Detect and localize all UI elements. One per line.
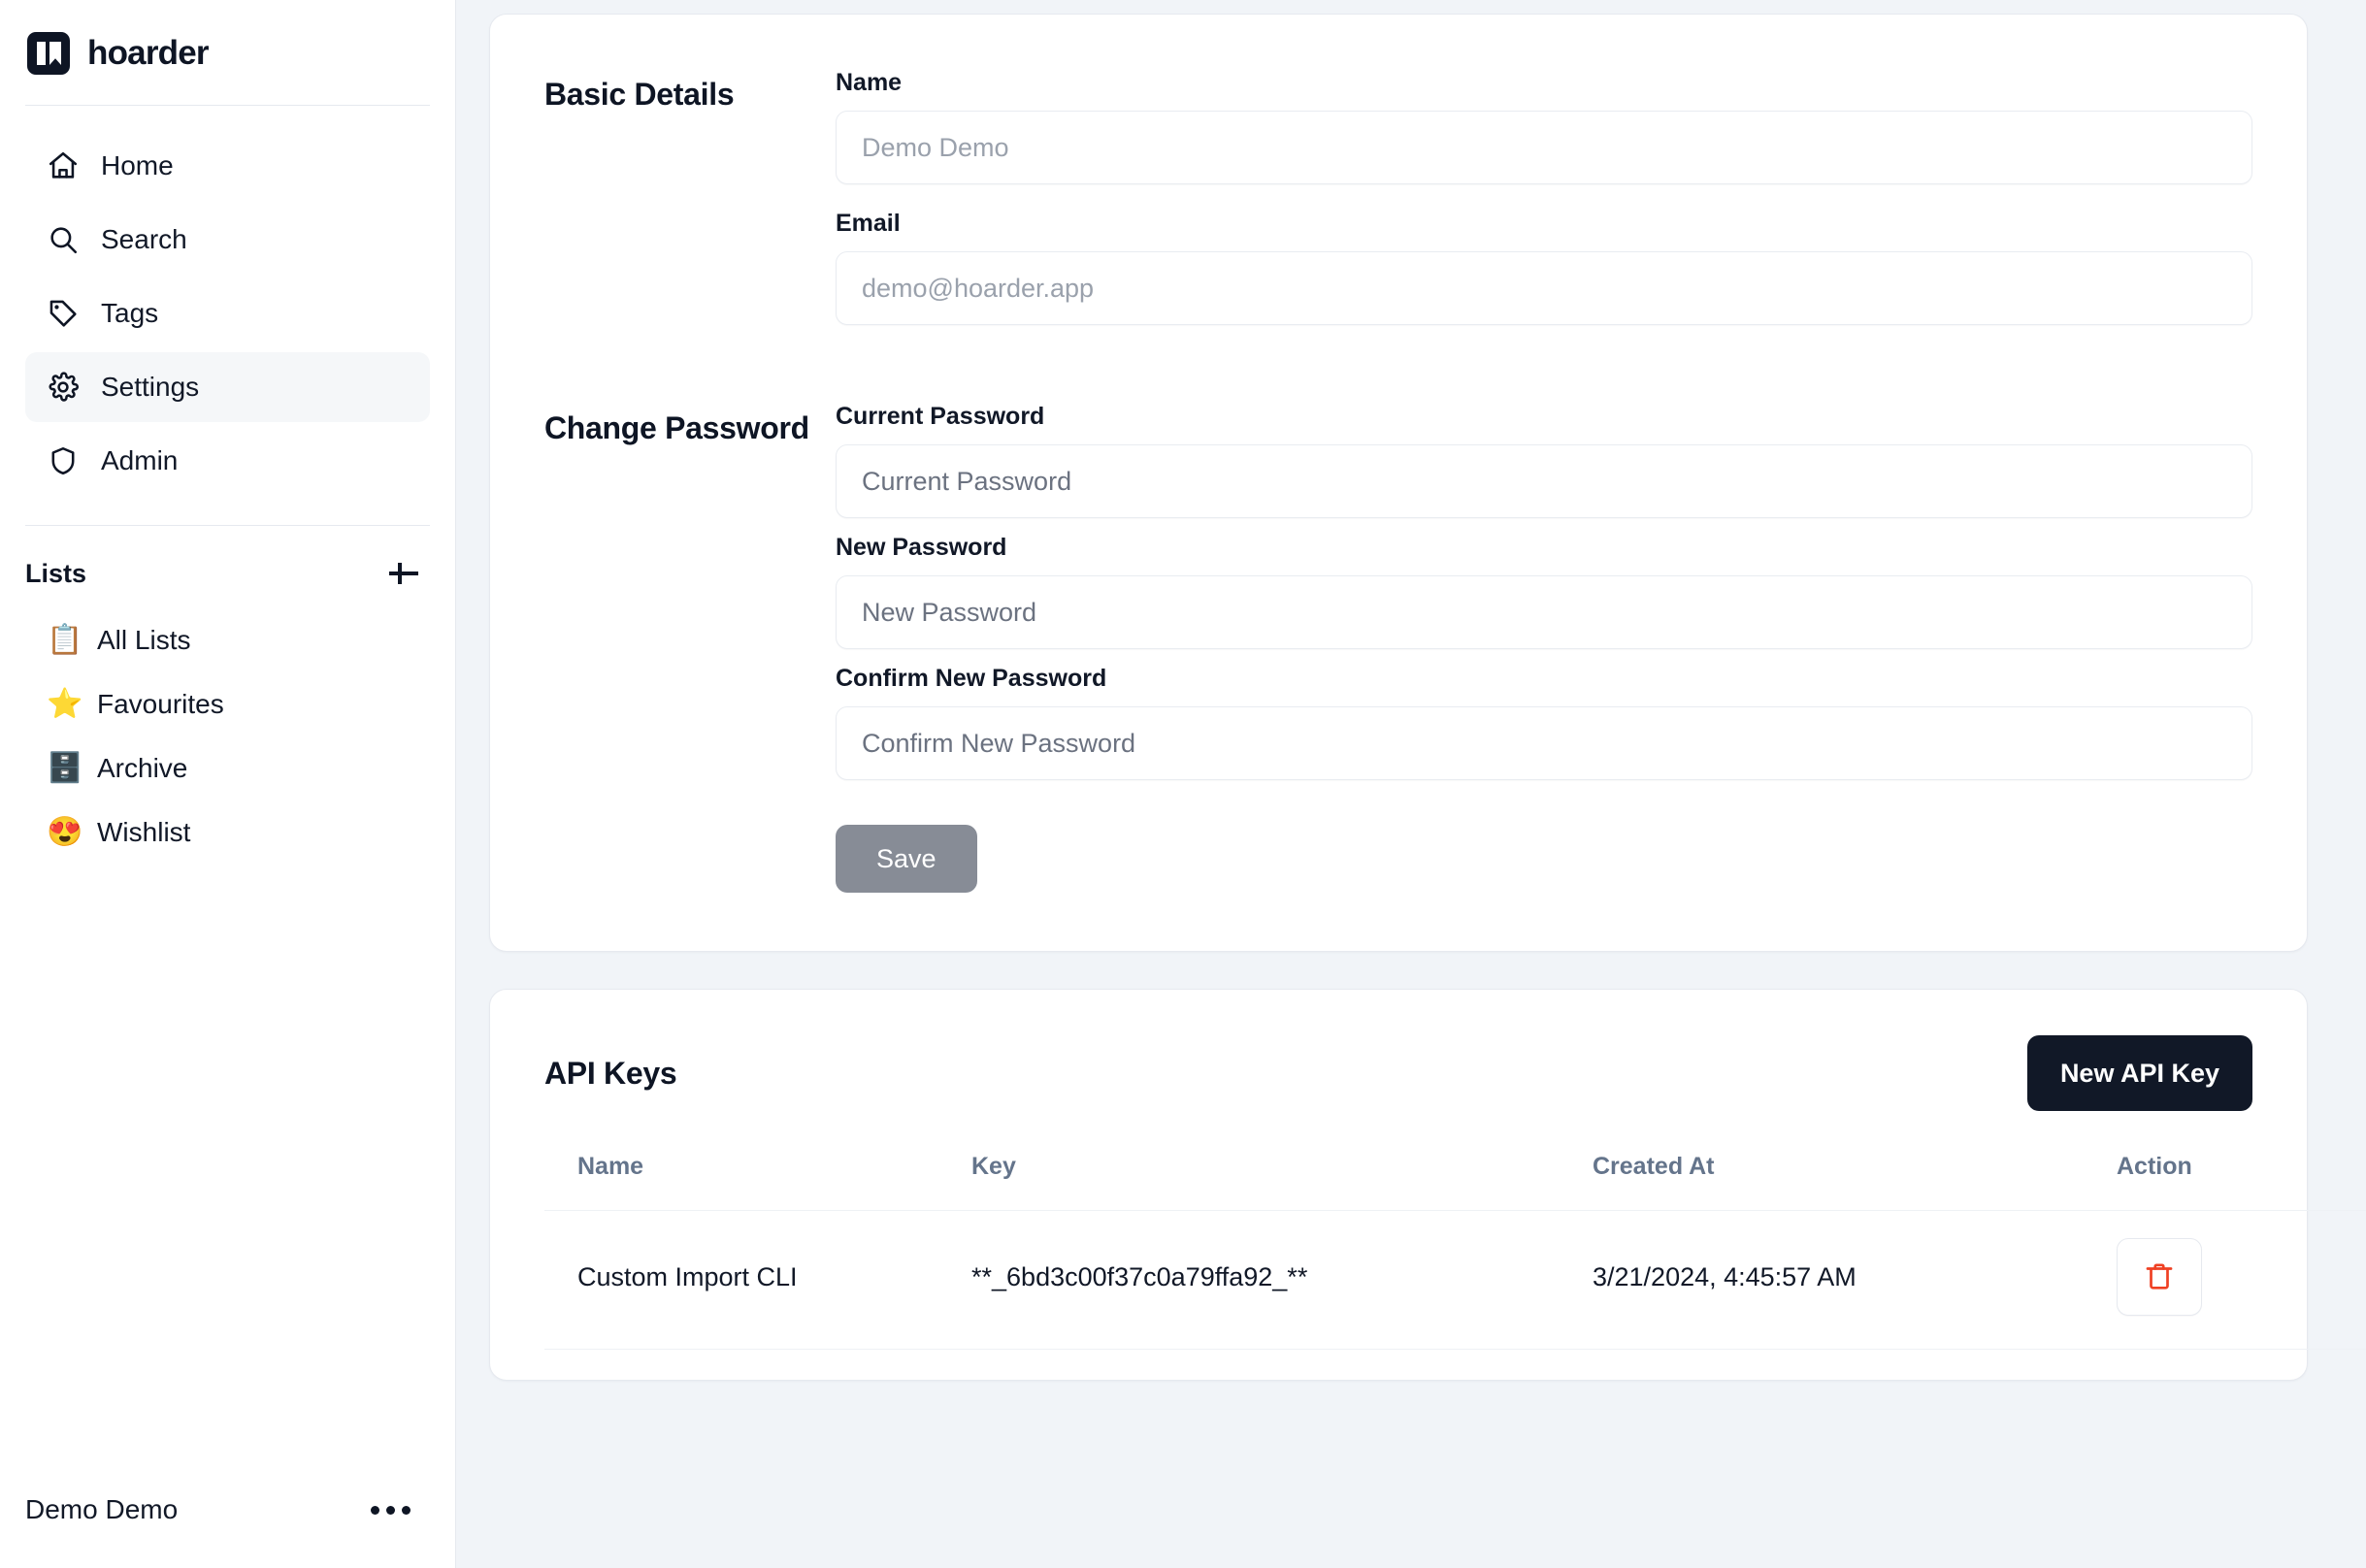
- sidebar-item-tags[interactable]: Tags: [25, 278, 430, 348]
- current-password-label: Current Password: [836, 403, 2252, 431]
- sidebar-item-home[interactable]: Home: [25, 131, 430, 201]
- api-keys-table-head: Name Key Created At Action: [544, 1135, 2366, 1211]
- clipboard-icon: 📋: [47, 626, 80, 655]
- star-icon: ⭐: [47, 690, 80, 719]
- table-header-row: Name Key Created At Action: [544, 1135, 2366, 1211]
- api-keys-table-body: Custom Import CLI **_6bd3c00f37c0a79ffa9…: [544, 1211, 2366, 1350]
- delete-api-key-button[interactable]: [2117, 1238, 2202, 1316]
- main-content: Basic Details Name Demo Demo Email demo@…: [456, 0, 2366, 1568]
- sidebar-footer: Demo Demo: [0, 1494, 455, 1568]
- shield-icon: [47, 444, 80, 477]
- list-item-label: Wishlist: [97, 817, 190, 848]
- column-header-key: Key: [971, 1135, 1593, 1211]
- new-password-label: New Password: [836, 534, 2252, 562]
- sidebar-item-label: Tags: [101, 298, 158, 329]
- heart-eyes-icon: 😍: [47, 818, 80, 847]
- lists-header: Lists: [0, 526, 455, 592]
- tag-icon: [47, 297, 80, 330]
- basic-details-title: Basic Details: [544, 69, 836, 325]
- plus-icon[interactable]: [385, 555, 422, 592]
- save-button[interactable]: Save: [836, 825, 977, 893]
- app-root: hoarder Home Search Tags: [0, 0, 2366, 1568]
- sidebar-item-label: Settings: [101, 372, 199, 403]
- basic-details-section: Basic Details Name Demo Demo Email demo@…: [544, 69, 2252, 325]
- ellipsis-icon[interactable]: [365, 1496, 416, 1524]
- new-api-key-button[interactable]: New API Key: [2027, 1035, 2252, 1111]
- email-label: Email: [836, 210, 2252, 238]
- column-header-name: Name: [544, 1135, 971, 1211]
- list-item[interactable]: ⭐ Favourites: [25, 673, 430, 735]
- list-item[interactable]: 📋 All Lists: [25, 609, 430, 671]
- confirm-new-password-label: Confirm New Password: [836, 665, 2252, 693]
- email-input[interactable]: demo@hoarder.app: [836, 251, 2252, 325]
- table-row: Custom Import CLI **_6bd3c00f37c0a79ffa9…: [544, 1211, 2366, 1350]
- cell-created-at: 3/21/2024, 4:45:57 AM: [1593, 1211, 2117, 1350]
- trash-icon: [2143, 1260, 2176, 1293]
- cell-action: [2117, 1211, 2366, 1350]
- settings-card: Basic Details Name Demo Demo Email demo@…: [489, 14, 2308, 952]
- change-password-section: Change Password Current Password Current…: [544, 403, 2252, 893]
- api-keys-header: API Keys New API Key: [544, 1032, 2252, 1114]
- list-item[interactable]: 🗄️ Archive: [25, 737, 430, 800]
- brand-name: hoarder: [87, 34, 209, 73]
- sidebar-item-admin[interactable]: Admin: [25, 426, 430, 496]
- brand-logo[interactable]: hoarder: [0, 0, 455, 82]
- api-keys-table: Name Key Created At Action Custom Import…: [544, 1135, 2366, 1350]
- sidebar: hoarder Home Search Tags: [0, 0, 456, 1568]
- sidebar-nav: Home Search Tags Settings: [0, 106, 455, 496]
- current-password-input[interactable]: Current Password: [836, 444, 2252, 518]
- basic-details-fields: Name Demo Demo Email demo@hoarder.app: [836, 69, 2252, 325]
- lists-container: 📋 All Lists ⭐ Favourites 🗄️ Archive 😍 Wi…: [0, 592, 455, 864]
- confirm-new-password-input[interactable]: Confirm New Password: [836, 706, 2252, 780]
- sidebar-item-settings[interactable]: Settings: [25, 352, 430, 422]
- sidebar-item-label: Admin: [101, 445, 178, 476]
- lists-title: Lists: [25, 559, 86, 589]
- user-name: Demo Demo: [25, 1494, 178, 1525]
- sidebar-item-label: Search: [101, 224, 187, 255]
- sidebar-item-label: Home: [101, 150, 174, 181]
- new-password-input[interactable]: New Password: [836, 575, 2252, 649]
- api-keys-title: API Keys: [544, 1056, 676, 1092]
- gear-icon: [47, 371, 80, 404]
- cell-key-value: **_6bd3c00f37c0a79ffa92_**: [971, 1211, 1593, 1350]
- change-password-title: Change Password: [544, 403, 836, 893]
- list-item-label: All Lists: [97, 625, 190, 656]
- name-label: Name: [836, 69, 2252, 97]
- list-item[interactable]: 😍 Wishlist: [25, 801, 430, 864]
- cell-key-name: Custom Import CLI: [544, 1211, 971, 1350]
- api-keys-card: API Keys New API Key Name Key Created At…: [489, 989, 2308, 1381]
- change-password-fields: Current Password Current Password New Pa…: [836, 403, 2252, 893]
- list-item-label: Archive: [97, 753, 187, 784]
- name-input[interactable]: Demo Demo: [836, 111, 2252, 184]
- bookmark-logo-icon: [27, 32, 70, 75]
- search-icon: [47, 223, 80, 256]
- sidebar-item-search[interactable]: Search: [25, 205, 430, 275]
- column-header-action: Action: [2117, 1135, 2366, 1211]
- list-item-label: Favourites: [97, 689, 224, 720]
- file-cabinet-icon: 🗄️: [47, 754, 80, 783]
- column-header-created-at: Created At: [1593, 1135, 2117, 1211]
- home-icon: [47, 149, 80, 182]
